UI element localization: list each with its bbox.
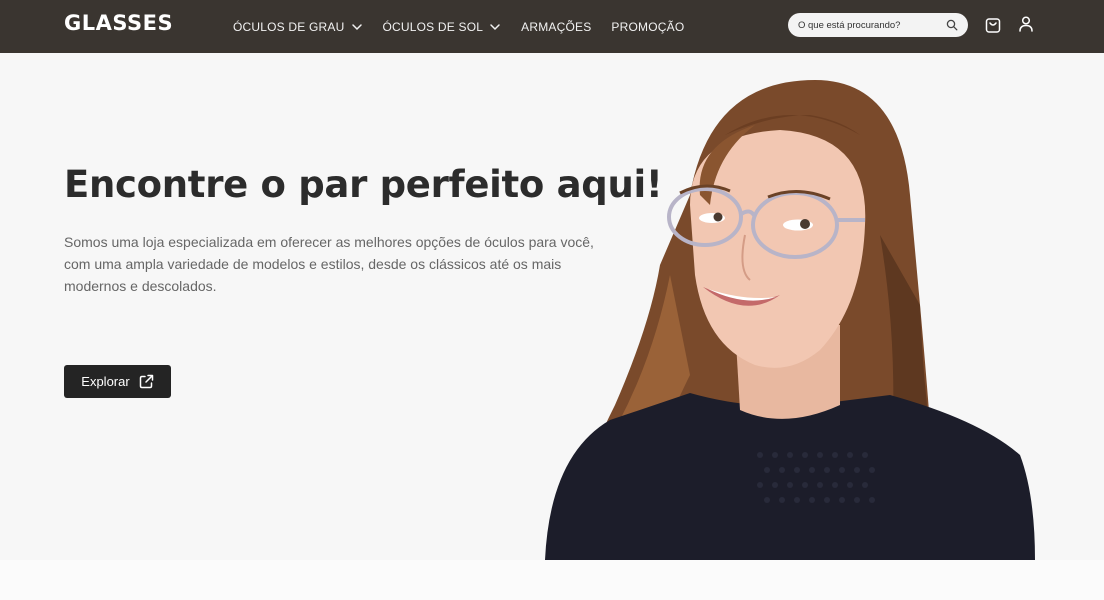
chevron-down-icon	[490, 23, 500, 30]
nav-item-label: PROMOÇÃO	[611, 19, 685, 34]
nav-item-label: ARMAÇÕES	[521, 19, 592, 34]
nav-item-label: ÓCULOS DE SOL	[382, 19, 484, 34]
search-bar	[788, 13, 968, 37]
search-icon[interactable]	[946, 19, 958, 31]
explore-button-label: Explorar	[81, 374, 130, 389]
shopping-bag-icon[interactable]	[985, 16, 1001, 34]
user-icon[interactable]	[1018, 15, 1034, 33]
top-navbar: GLASSES ÓCULOS DE GRAU ÓCULOS DE SOL ARM…	[0, 0, 1104, 53]
nav-item-promocao[interactable]: PROMOÇÃO	[611, 20, 684, 34]
hero-description: Somos uma loja especializada em oferecer…	[64, 234, 594, 294]
brand-logo[interactable]: GLASSES	[64, 11, 173, 35]
nav-item-label: ÓCULOS DE GRAU	[233, 19, 345, 34]
external-link-icon	[139, 374, 153, 389]
nav-item-oculos-de-sol[interactable]: ÓCULOS DE SOL	[383, 20, 502, 34]
main-nav: ÓCULOS DE GRAU ÓCULOS DE SOL ARMAÇÕES PR…	[233, 0, 704, 53]
search-input[interactable]	[798, 19, 938, 31]
nav-item-armacoes[interactable]: ARMAÇÕES	[521, 20, 591, 34]
chevron-down-icon	[351, 23, 362, 30]
nav-item-oculos-de-grau[interactable]: ÓCULOS DE GRAU	[233, 20, 363, 34]
woman-wearing-glasses-photo	[545, 80, 1035, 560]
explore-button[interactable]: Explorar	[64, 365, 171, 398]
